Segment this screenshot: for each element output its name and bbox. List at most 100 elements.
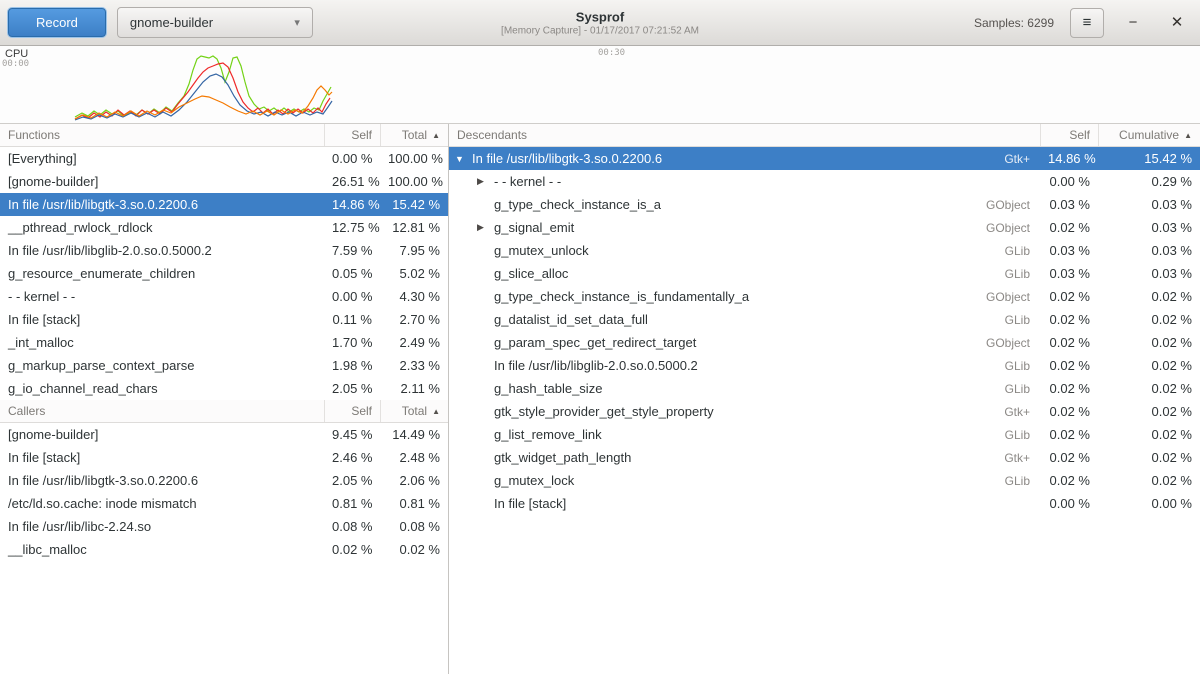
descendant-row[interactable]: g_type_check_instance_is_fundamentally_a…: [449, 285, 1200, 308]
caller-row[interactable]: __libc_malloc0.02 %0.02 %: [0, 538, 448, 561]
cumulative-value: 0.02 %: [1098, 473, 1200, 488]
total-value: 12.81 %: [380, 220, 448, 235]
descendant-row[interactable]: g_mutex_unlockGLib0.03 %0.03 %: [449, 239, 1200, 262]
total-value: 2.06 %: [380, 473, 448, 488]
function-row[interactable]: g_resource_enumerate_children0.05 %5.02 …: [0, 262, 448, 285]
self-value: 0.03 %: [1040, 243, 1098, 258]
functions-column-header[interactable]: Functions: [0, 124, 324, 146]
menu-button[interactable]: ≡: [1070, 8, 1104, 38]
functions-self-column-header[interactable]: Self: [324, 124, 380, 146]
self-value: 0.00 %: [1040, 174, 1098, 189]
function-name: __libc_malloc: [0, 542, 324, 557]
self-value: 0.05 %: [324, 266, 380, 281]
self-value: 0.02 %: [1040, 473, 1098, 488]
descendant-row[interactable]: gtk_widget_path_lengthGtk+0.02 %0.02 %: [449, 446, 1200, 469]
descendant-row[interactable]: g_list_remove_linkGLib0.02 %0.02 %: [449, 423, 1200, 446]
total-value: 2.11 %: [380, 381, 448, 396]
function-name: __pthread_rwlock_rdlock: [0, 220, 324, 235]
callers-self-column-header[interactable]: Self: [324, 400, 380, 422]
descendant-row[interactable]: gtk_style_provider_get_style_propertyGtk…: [449, 400, 1200, 423]
library-name: GLib: [968, 382, 1040, 396]
cumulative-value: 15.42 %: [1098, 151, 1200, 166]
library-name: Gtk+: [968, 152, 1040, 166]
descendant-row[interactable]: g_mutex_lockGLib0.02 %0.02 %: [449, 469, 1200, 492]
functions-header: Functions Self Total ▲: [0, 124, 448, 147]
title-block: Sysprof [Memory Capture] - 01/17/2017 07…: [501, 9, 699, 36]
expander-closed-icon[interactable]: ▶: [477, 176, 494, 187]
function-row[interactable]: [Everything]0.00 %100.00 %: [0, 147, 448, 170]
function-name: gtk_widget_path_length: [494, 450, 631, 465]
record-button[interactable]: Record: [8, 8, 106, 37]
caller-row[interactable]: In file [stack]2.46 %2.48 %: [0, 446, 448, 469]
caller-row[interactable]: [gnome-builder]9.45 %14.49 %: [0, 423, 448, 446]
caller-row[interactable]: /etc/ld.so.cache: inode mismatch0.81 %0.…: [0, 492, 448, 515]
descendants-cumulative-column-header[interactable]: Cumulative ▲: [1098, 124, 1200, 146]
function-name: gtk_style_provider_get_style_property: [494, 404, 714, 419]
self-value: 14.86 %: [1040, 151, 1098, 166]
total-value: 100.00 %: [380, 151, 448, 166]
close-button[interactable]: ✕: [1162, 8, 1192, 38]
total-value: 0.08 %: [380, 519, 448, 534]
library-name: GObject: [968, 221, 1040, 235]
function-row[interactable]: _int_malloc1.70 %2.49 %: [0, 331, 448, 354]
callers-column-header[interactable]: Callers: [0, 400, 324, 422]
functions-total-column-header[interactable]: Total ▲: [380, 124, 448, 146]
self-value: 1.70 %: [324, 335, 380, 350]
caller-row[interactable]: In file /usr/lib/libgtk-3.so.0.2200.62.0…: [0, 469, 448, 492]
function-name: In file [stack]: [0, 312, 324, 327]
self-value: 0.03 %: [1040, 266, 1098, 281]
function-name: g_resource_enumerate_children: [0, 266, 324, 281]
descendant-row[interactable]: g_slice_allocGLib0.03 %0.03 %: [449, 262, 1200, 285]
expander-closed-icon[interactable]: ▶: [477, 222, 494, 233]
self-value: 0.11 %: [324, 312, 380, 327]
function-name: g_datalist_id_set_data_full: [494, 312, 648, 327]
function-name: In file [stack]: [494, 496, 566, 511]
header-right-controls: Samples: 6299 ≡ − ✕: [974, 8, 1192, 38]
descendant-row[interactable]: In file /usr/lib/libglib-2.0.so.0.5000.2…: [449, 354, 1200, 377]
cumulative-value: 0.02 %: [1098, 312, 1200, 327]
descendant-row[interactable]: ▶g_signal_emitGObject0.02 %0.03 %: [449, 216, 1200, 239]
library-name: Gtk+: [968, 451, 1040, 465]
function-row[interactable]: In file [stack]0.11 %2.70 %: [0, 308, 448, 331]
total-value: 2.70 %: [380, 312, 448, 327]
descendant-row[interactable]: ▼In file /usr/lib/libgtk-3.so.0.2200.6Gt…: [449, 147, 1200, 170]
self-value: 2.46 %: [324, 450, 380, 465]
function-row[interactable]: __pthread_rwlock_rdlock12.75 %12.81 %: [0, 216, 448, 239]
descendant-row[interactable]: g_hash_table_sizeGLib0.02 %0.02 %: [449, 377, 1200, 400]
minimize-button[interactable]: −: [1118, 8, 1148, 38]
function-row[interactable]: In file /usr/lib/libglib-2.0.so.0.5000.2…: [0, 239, 448, 262]
process-selector[interactable]: gnome-builder ▾: [117, 7, 313, 38]
descendant-row[interactable]: In file [stack]0.00 %0.00 %: [449, 492, 1200, 515]
function-row[interactable]: - - kernel - -0.00 %4.30 %: [0, 285, 448, 308]
function-name: [gnome-builder]: [0, 174, 324, 189]
self-value: 7.59 %: [324, 243, 380, 258]
descendant-row[interactable]: g_datalist_id_set_data_fullGLib0.02 %0.0…: [449, 308, 1200, 331]
function-name: In file /usr/lib/libc-2.24.so: [0, 519, 324, 534]
total-value: 100.00 %: [380, 174, 448, 189]
descendant-row[interactable]: g_param_spec_get_redirect_targetGObject0…: [449, 331, 1200, 354]
descendant-row[interactable]: ▶- - kernel - -0.00 %0.29 %: [449, 170, 1200, 193]
descendants-column-header[interactable]: Descendants: [449, 124, 1040, 146]
sysprof-window: Record gnome-builder ▾ Sysprof [Memory C…: [0, 0, 1200, 674]
callers-total-column-header[interactable]: Total ▲: [380, 400, 448, 422]
descendants-self-column-header[interactable]: Self: [1040, 124, 1098, 146]
library-name: GLib: [968, 359, 1040, 373]
cumulative-value: 0.02 %: [1098, 381, 1200, 396]
function-name: g_markup_parse_context_parse: [0, 358, 324, 373]
total-column-label: Total: [402, 128, 427, 142]
function-row[interactable]: In file /usr/lib/libgtk-3.so.0.2200.614.…: [0, 193, 448, 216]
function-row[interactable]: [gnome-builder]26.51 %100.00 %: [0, 170, 448, 193]
expander-open-icon[interactable]: ▼: [455, 154, 472, 164]
function-name: [Everything]: [0, 151, 324, 166]
cumulative-value: 0.29 %: [1098, 174, 1200, 189]
cumulative-column-label: Cumulative: [1119, 128, 1179, 142]
caller-row[interactable]: In file /usr/lib/libc-2.24.so0.08 %0.08 …: [0, 515, 448, 538]
cpu-timeline[interactable]: CPU 00:00 00:30: [0, 46, 1200, 124]
descendant-row[interactable]: g_type_check_instance_is_aGObject0.03 %0…: [449, 193, 1200, 216]
process-selector-label: gnome-builder: [130, 15, 213, 30]
function-row[interactable]: g_markup_parse_context_parse1.98 %2.33 %: [0, 354, 448, 377]
self-value: 12.75 %: [324, 220, 380, 235]
function-row[interactable]: g_io_channel_read_chars2.05 %2.11 %: [0, 377, 448, 400]
descendants-header: Descendants Self Cumulative ▲: [449, 124, 1200, 147]
function-name: g_param_spec_get_redirect_target: [494, 335, 696, 350]
